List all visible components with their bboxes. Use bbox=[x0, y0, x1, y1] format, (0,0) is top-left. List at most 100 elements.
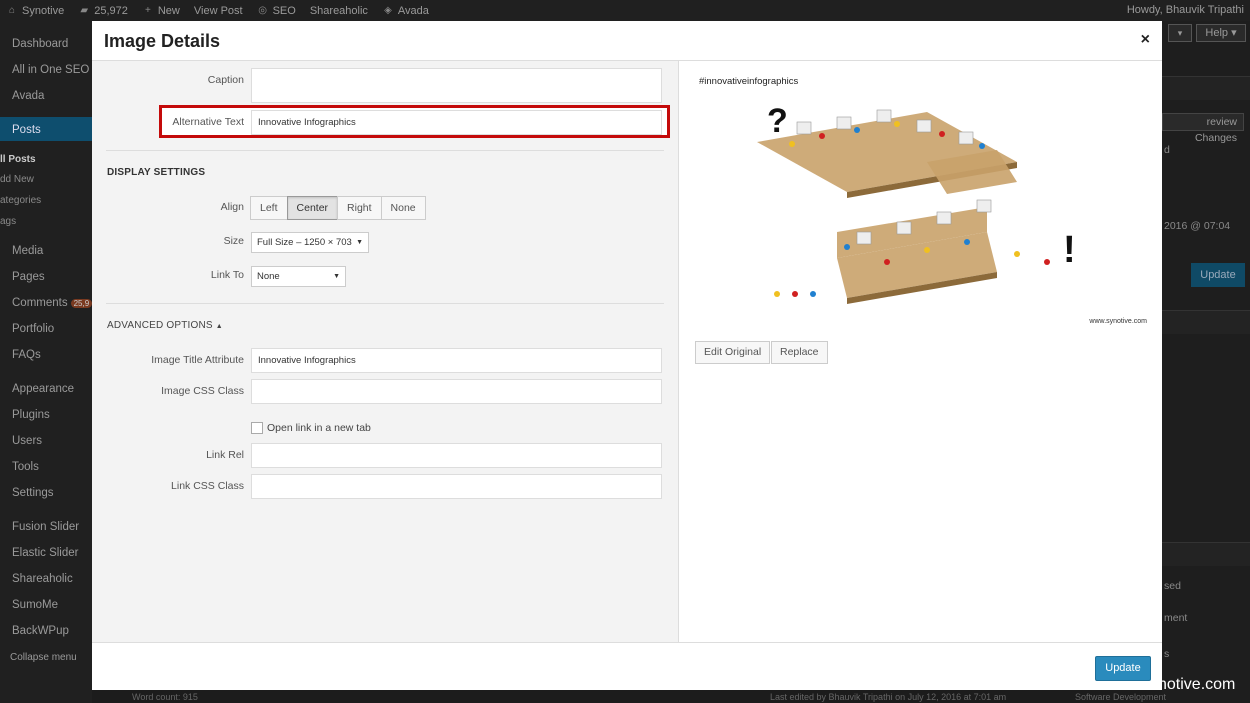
modal-footer: Update bbox=[92, 642, 1162, 690]
link-css-label: Link CSS Class bbox=[171, 480, 244, 492]
sidebar-item-dashboard[interactable]: Dashboard bbox=[12, 38, 68, 50]
align-label: Align bbox=[220, 201, 244, 213]
admin-sidebar: Dashboard All in One SEO Avada Posts ll … bbox=[0, 21, 93, 703]
comments-link[interactable]: ▰ 25,972 bbox=[78, 5, 128, 17]
caret-up-icon: ▲ bbox=[215, 323, 223, 330]
screen-options-toggle[interactable]: ▾ bbox=[1168, 24, 1192, 42]
comments-badge: 25,9 bbox=[70, 299, 93, 308]
seo-link[interactable]: ◎ SEO bbox=[257, 5, 296, 17]
preview-changes-button[interactable]: review Changes bbox=[1162, 113, 1244, 144]
sidebar-sub-categories[interactable]: ategories bbox=[0, 195, 41, 206]
site-link[interactable]: ⌂ Synotive bbox=[6, 5, 64, 17]
sidebar-item-portfolio[interactable]: Portfolio bbox=[12, 323, 54, 335]
sidebar-item-tools[interactable]: Tools bbox=[12, 461, 39, 473]
sidebar-sub-all-posts[interactable]: ll Posts bbox=[0, 154, 36, 165]
watermark: notive.com bbox=[1158, 676, 1236, 693]
sidebar-item-posts[interactable]: Posts bbox=[12, 124, 41, 136]
sidebar-item-appearance[interactable]: Appearance bbox=[12, 383, 74, 395]
modal-title: Image Details bbox=[104, 31, 221, 51]
box-header-3 bbox=[1162, 542, 1250, 566]
word-count: Word count: 915 bbox=[132, 692, 198, 702]
alt-text-input[interactable]: Innovative Infographics bbox=[251, 110, 662, 135]
svg-text:?: ? bbox=[767, 102, 788, 140]
align-button-group: Left Center Right None bbox=[250, 196, 426, 220]
collapse-menu[interactable]: Collapse menu bbox=[10, 652, 77, 663]
update-button[interactable]: Update bbox=[1095, 656, 1151, 681]
sidebar-item-elastic-slider[interactable]: Elastic Slider bbox=[12, 547, 78, 559]
preview-credit: www.synotive.com bbox=[1089, 318, 1147, 325]
image-preview: #innovativeinfographics ? ! www.synotive… bbox=[697, 72, 1149, 332]
comment-icon: ▰ bbox=[80, 4, 89, 16]
home-icon: ⌂ bbox=[8, 4, 16, 16]
css-class-input[interactable] bbox=[251, 379, 662, 404]
help-button[interactable]: Help ▾ bbox=[1196, 24, 1246, 42]
align-right-button[interactable]: Right bbox=[337, 196, 382, 220]
align-none-button[interactable]: None bbox=[380, 196, 426, 220]
divider bbox=[106, 150, 664, 151]
seo-icon: ◎ bbox=[258, 4, 267, 16]
sidebar-item-settings[interactable]: Settings bbox=[12, 487, 54, 499]
howdy-user[interactable]: Howdy, Bhauvik Tripathi bbox=[1127, 4, 1244, 16]
sidebar-item-fusion-slider[interactable]: Fusion Slider bbox=[12, 521, 79, 533]
sidebar-item-plugins[interactable]: Plugins bbox=[12, 409, 50, 421]
svg-text:!: ! bbox=[1063, 229, 1076, 271]
sidebar-item-sumome[interactable]: SumoMe bbox=[12, 599, 58, 611]
align-left-button[interactable]: Left bbox=[250, 196, 288, 220]
new-link[interactable]: + New bbox=[142, 5, 180, 17]
sidebar-item-faqs[interactable]: FAQs bbox=[12, 349, 41, 361]
sidebar-sub-tags[interactable]: ags bbox=[0, 216, 16, 227]
advanced-options-toggle[interactable]: ADVANCED OPTIONS ▲ bbox=[107, 320, 223, 331]
s-fragment: s bbox=[1164, 648, 1170, 660]
editor-sidebar-background: ▾ Help ▾ review Changes d 2016 @ 07:04 U… bbox=[1162, 21, 1250, 703]
publish-update-button[interactable]: Update bbox=[1191, 263, 1245, 287]
chevron-down-icon: ▼ bbox=[333, 273, 340, 280]
image-preview-panel: #innovativeinfographics ? ! www.synotive… bbox=[680, 61, 1162, 642]
avada-icon: ◈ bbox=[384, 4, 392, 16]
checkbox-icon[interactable] bbox=[251, 422, 263, 434]
shareaholic-link[interactable]: Shareaholic bbox=[310, 5, 368, 17]
sidebar-item-shareaholic[interactable]: Shareaholic bbox=[12, 573, 73, 585]
caption-textarea[interactable] bbox=[251, 68, 662, 103]
box-header-2 bbox=[1162, 310, 1250, 334]
image-details-modal: Image Details × Caption Alternative Text… bbox=[92, 21, 1162, 690]
category-fragment: Software Development bbox=[1075, 692, 1167, 702]
caption-label: Caption bbox=[207, 74, 244, 86]
edit-original-button[interactable]: Edit Original bbox=[695, 341, 771, 364]
publish-box-header bbox=[1162, 76, 1250, 100]
view-post-link[interactable]: View Post bbox=[194, 5, 243, 17]
permalink-fragment: d bbox=[1164, 144, 1170, 156]
size-label: Size bbox=[223, 235, 244, 247]
sidebar-item-users[interactable]: Users bbox=[12, 435, 42, 447]
sidebar-item-pages[interactable]: Pages bbox=[12, 271, 45, 283]
link-rel-label: Link Rel bbox=[206, 449, 244, 461]
last-edited: Last edited by Bhauvik Tripathi on July … bbox=[770, 692, 1007, 702]
link-to-select[interactable]: None ▼ bbox=[251, 266, 346, 287]
avada-link[interactable]: ◈ Avada bbox=[382, 5, 429, 17]
sidebar-sub-add-new[interactable]: dd New bbox=[0, 174, 34, 185]
publish-date: 2016 @ 07:04 bbox=[1164, 220, 1231, 232]
link-to-label: Link To bbox=[210, 269, 244, 281]
alt-text-label: Alternative Text bbox=[172, 116, 244, 128]
link-css-input[interactable] bbox=[251, 474, 662, 499]
used-fragment: sed bbox=[1164, 580, 1181, 592]
ment-fragment: ment bbox=[1164, 612, 1188, 624]
display-settings-heading: DISPLAY SETTINGS bbox=[107, 167, 206, 178]
title-attr-input[interactable]: Innovative Infographics bbox=[251, 348, 662, 373]
sidebar-item-media[interactable]: Media bbox=[12, 245, 43, 257]
size-select[interactable]: Full Size – 1250 × 703 ▼ bbox=[251, 232, 369, 253]
css-class-label: Image CSS Class bbox=[161, 385, 244, 397]
sidebar-item-backwpup[interactable]: BackWPup bbox=[12, 625, 69, 637]
settings-panel: Caption Alternative Text Innovative Info… bbox=[92, 61, 679, 642]
align-center-button[interactable]: Center bbox=[286, 196, 339, 220]
open-new-tab-checkbox[interactable]: Open link in a new tab bbox=[251, 422, 371, 434]
link-rel-input[interactable] bbox=[251, 443, 662, 468]
title-attr-label: Image Title Attribute bbox=[151, 354, 244, 366]
sidebar-item-comments[interactable]: Comments 25,9 bbox=[12, 297, 93, 309]
sidebar-item-seo[interactable]: All in One SEO bbox=[12, 64, 89, 76]
sidebar-item-avada[interactable]: Avada bbox=[12, 90, 44, 102]
plus-icon: + bbox=[144, 4, 151, 16]
infographic-illustration: ? ! bbox=[757, 102, 1076, 304]
replace-button[interactable]: Replace bbox=[771, 341, 828, 364]
close-icon[interactable]: × bbox=[1141, 31, 1150, 49]
divider bbox=[106, 303, 664, 304]
